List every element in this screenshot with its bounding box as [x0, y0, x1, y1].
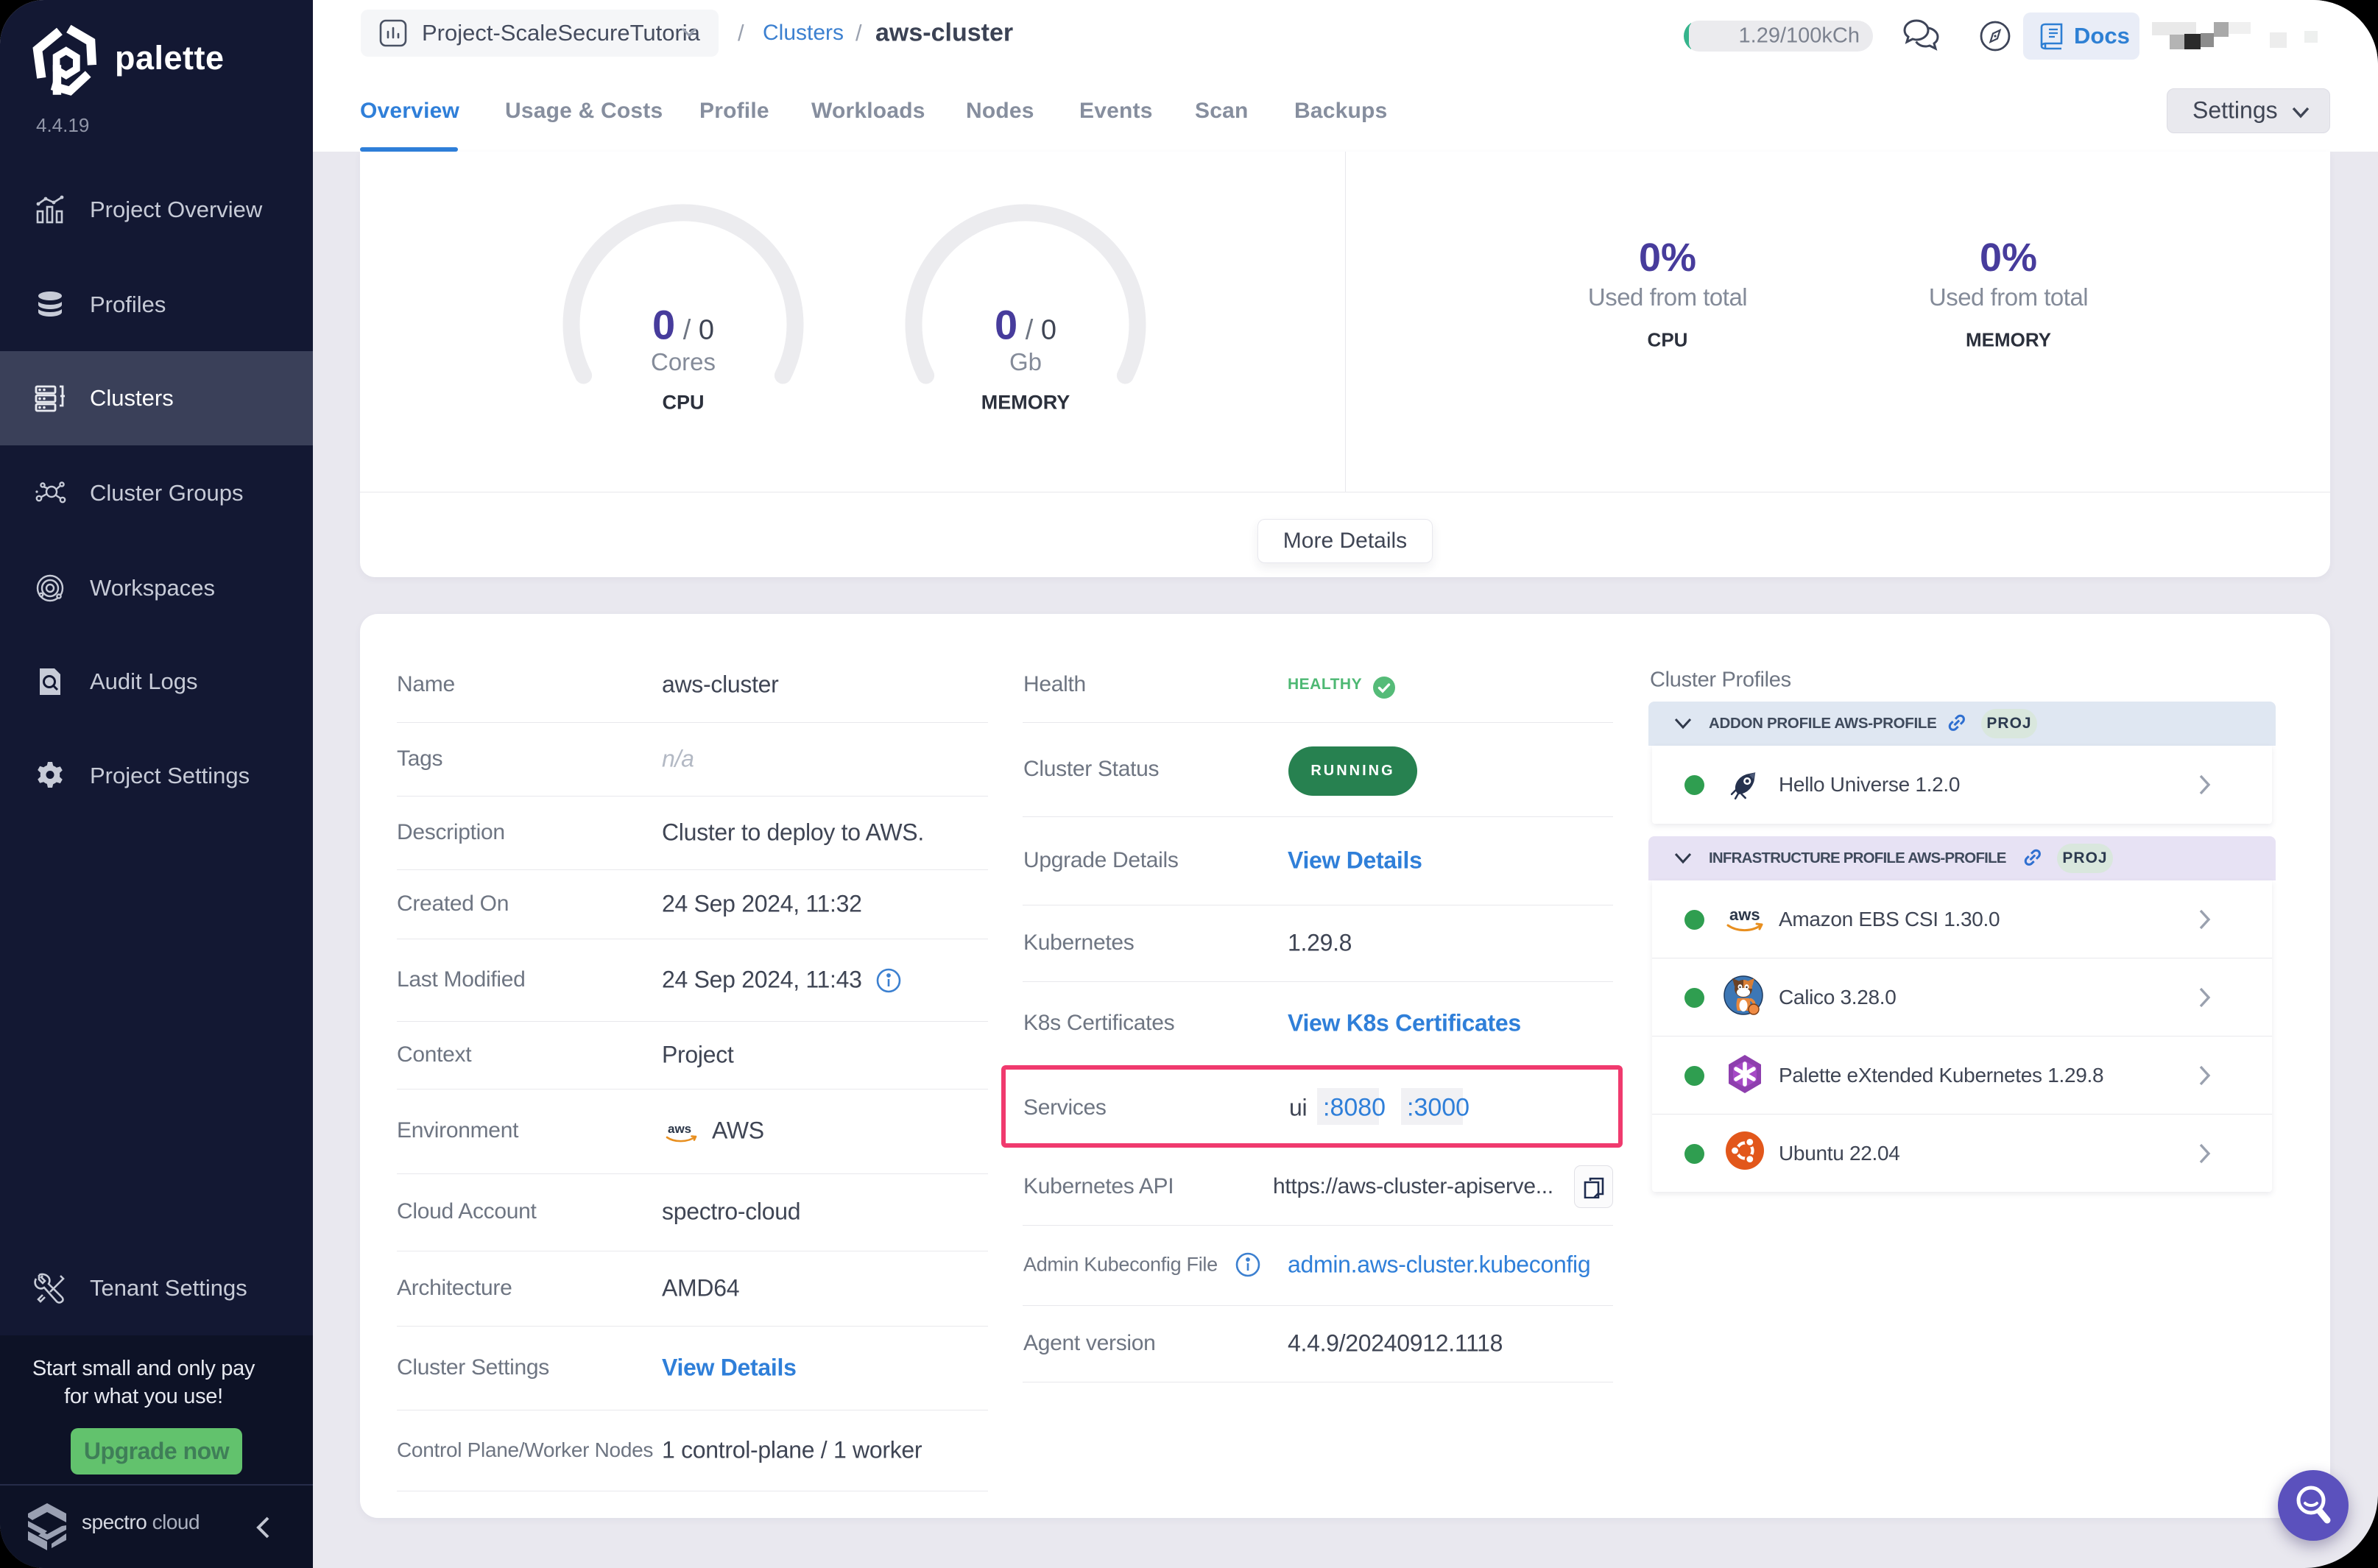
- svg-text:aws: aws: [1729, 905, 1760, 924]
- svg-text:aws: aws: [668, 1122, 691, 1136]
